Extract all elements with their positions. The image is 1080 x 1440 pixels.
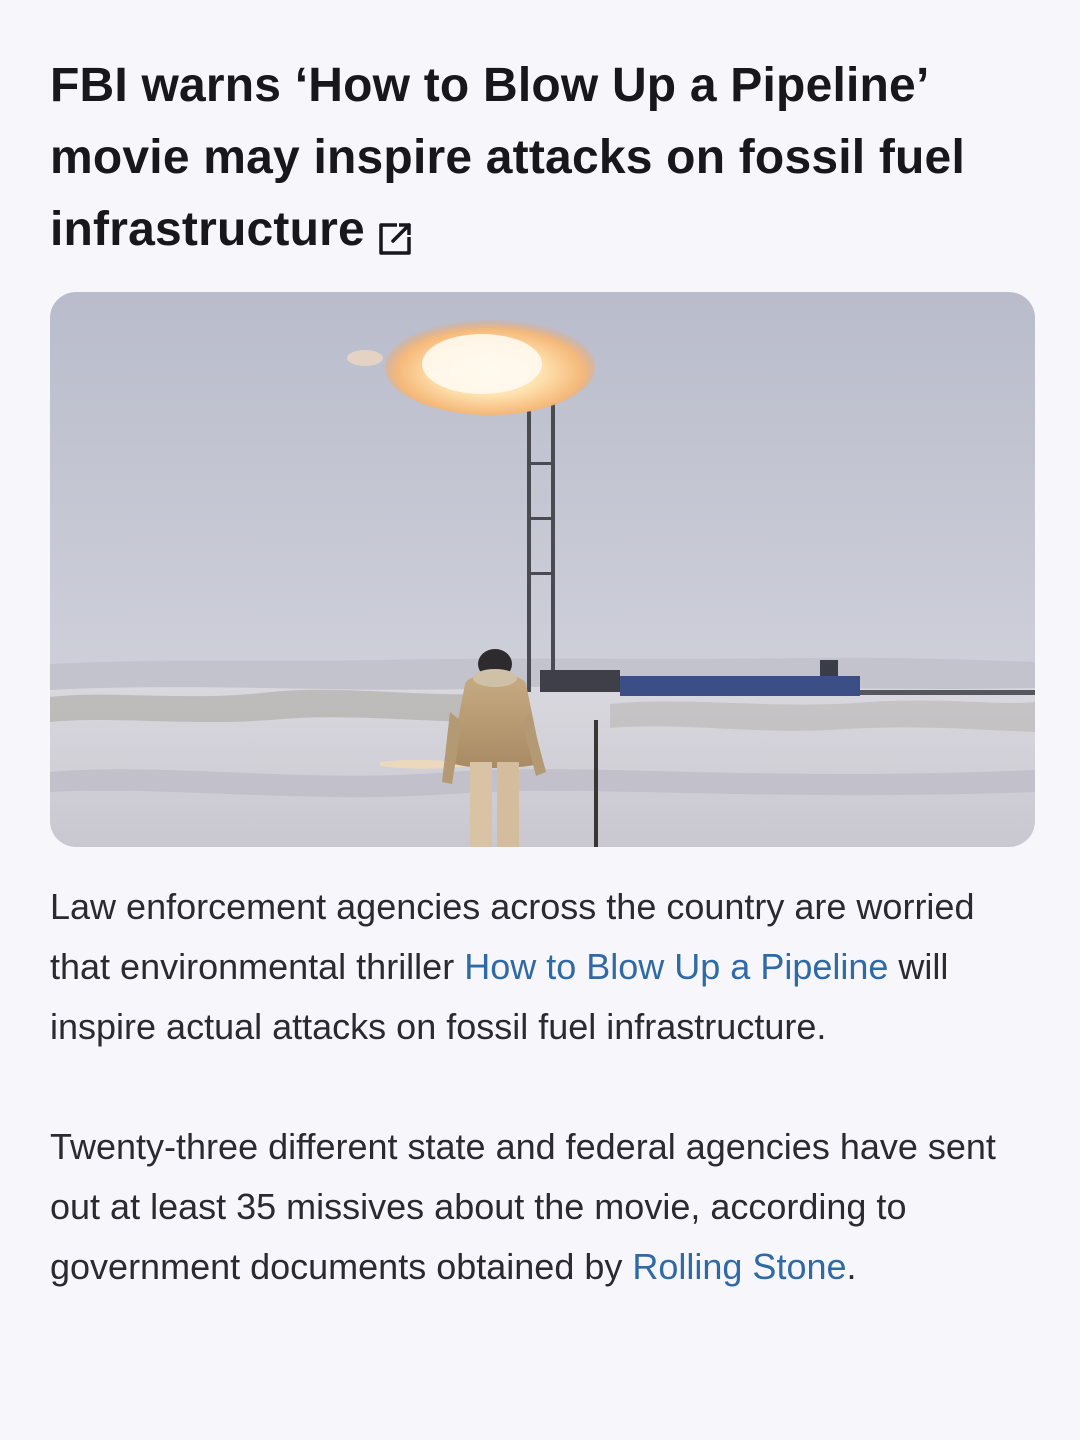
- article-page: FBI warns ‘How to Blow Up a Pipeline’ mo…: [0, 0, 1080, 1440]
- article-paragraph-2: Twenty-three different state and federal…: [50, 1117, 1035, 1297]
- movie-title-link[interactable]: How to Blow Up a Pipeline: [464, 946, 888, 987]
- headline-text: FBI warns ‘How to Blow Up a Pipeline’ mo…: [50, 59, 965, 256]
- hero-illustration: [50, 292, 1035, 847]
- article-headline[interactable]: FBI warns ‘How to Blow Up a Pipeline’ mo…: [50, 50, 1035, 266]
- rolling-stone-link[interactable]: Rolling Stone: [632, 1246, 846, 1287]
- article-hero-image[interactable]: [50, 292, 1035, 847]
- paragraph-2-text-end: .: [846, 1246, 857, 1287]
- article-paragraph-1: Law enforcement agencies across the coun…: [50, 877, 1035, 1057]
- external-link-icon[interactable]: [375, 208, 415, 256]
